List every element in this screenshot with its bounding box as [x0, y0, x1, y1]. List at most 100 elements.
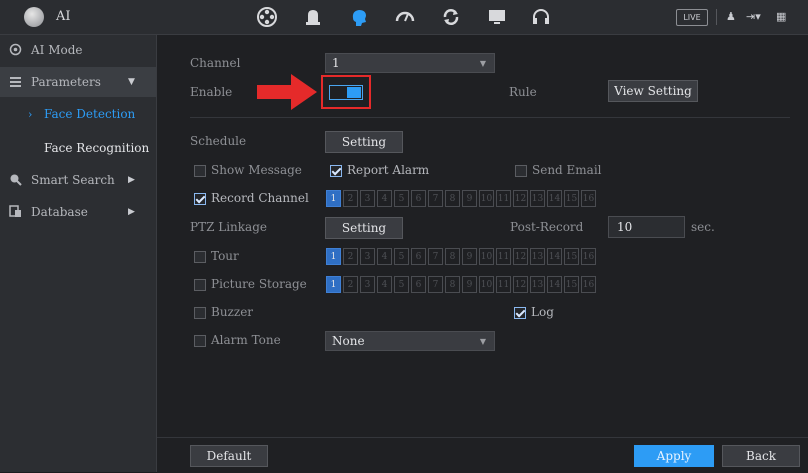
- alarm-tone-checkbox[interactable]: [194, 335, 206, 347]
- channel-box[interactable]: 6: [411, 276, 426, 293]
- channel-box[interactable]: 12: [513, 276, 528, 293]
- caret-down-icon: ▼: [128, 77, 135, 87]
- post-record-input[interactable]: 10: [608, 216, 685, 238]
- back-button[interactable]: Back: [722, 445, 800, 467]
- channel-box[interactable]: 5: [394, 248, 409, 265]
- channel-box[interactable]: 12: [513, 248, 528, 265]
- channel-box[interactable]: 16: [581, 276, 596, 293]
- schedule-setting-button[interactable]: Setting: [325, 131, 403, 153]
- channel-box[interactable]: 2: [343, 276, 358, 293]
- picture-storage-checkbox[interactable]: [194, 279, 206, 291]
- channel-box[interactable]: 14: [547, 276, 562, 293]
- channel-box[interactable]: 11: [496, 190, 511, 207]
- channel-box[interactable]: 11: [496, 276, 511, 293]
- channel-box[interactable]: 4: [377, 190, 392, 207]
- channel-box[interactable]: 5: [394, 190, 409, 207]
- enable-label: Enable: [190, 85, 233, 99]
- record-channel-label: Record Channel: [211, 191, 309, 205]
- sidebar-item-ai-mode[interactable]: AI Mode: [0, 35, 156, 65]
- channel-box[interactable]: 2: [343, 190, 358, 207]
- channel-box[interactable]: 8: [445, 276, 460, 293]
- channel-box[interactable]: 7: [428, 248, 443, 265]
- channel-box[interactable]: 15: [564, 276, 579, 293]
- sidebar-item-parameters[interactable]: Parameters ▼: [0, 67, 156, 97]
- enable-toggle[interactable]: [329, 85, 363, 100]
- ai-mode-icon: [9, 43, 22, 56]
- channel-box[interactable]: 16: [581, 190, 596, 207]
- channel-box[interactable]: 10: [479, 190, 494, 207]
- channel-box[interactable]: 10: [479, 248, 494, 265]
- sidebar-subitem-label: Face Recognition: [44, 141, 150, 155]
- channel-box[interactable]: 11: [496, 248, 511, 265]
- gauge-icon[interactable]: [394, 6, 416, 28]
- main-panel: Channel 1 ▼ Enable Rule View Setting Sch…: [157, 35, 808, 473]
- channel-box[interactable]: 3: [360, 190, 375, 207]
- channel-box[interactable]: 1: [326, 190, 341, 207]
- channel-box[interactable]: 8: [445, 190, 460, 207]
- tour-checkbox[interactable]: [194, 251, 206, 263]
- channel-box[interactable]: 9: [462, 248, 477, 265]
- view-setting-button[interactable]: View Setting: [608, 80, 698, 102]
- channel-box[interactable]: 1: [326, 276, 341, 293]
- record-channel-checkbox[interactable]: [194, 193, 206, 205]
- ai-brain-icon[interactable]: [348, 6, 370, 28]
- sidebar-item-smart-search[interactable]: Smart Search ▶: [0, 165, 156, 195]
- picture-storage-label: Picture Storage: [211, 277, 307, 291]
- channel-box[interactable]: 7: [428, 190, 443, 207]
- channel-box[interactable]: 10: [479, 276, 494, 293]
- enable-highlight-box: [321, 75, 371, 109]
- send-email-label: Send Email: [532, 163, 602, 177]
- channel-box[interactable]: 8: [445, 248, 460, 265]
- log-checkbox[interactable]: [514, 307, 526, 319]
- channel-box[interactable]: 13: [530, 276, 545, 293]
- logout-icon[interactable]: ⇥▾: [746, 10, 761, 23]
- channel-box[interactable]: 9: [462, 276, 477, 293]
- default-button[interactable]: Default: [190, 445, 268, 467]
- apply-button[interactable]: Apply: [634, 445, 714, 467]
- bottom-bar: Default Apply Back: [157, 437, 808, 473]
- channel-box[interactable]: 13: [530, 190, 545, 207]
- ptz-setting-button[interactable]: Setting: [325, 217, 403, 239]
- channel-box[interactable]: 4: [377, 248, 392, 265]
- app-title: AI: [56, 9, 71, 24]
- tour-channel-selector: 1 2 3 4 5 6 7 8 9 10 11 12 13 14 15 16: [326, 248, 596, 265]
- channel-box[interactable]: 14: [547, 248, 562, 265]
- headset-icon[interactable]: [530, 6, 552, 28]
- channel-box[interactable]: 3: [360, 248, 375, 265]
- channel-dropdown[interactable]: 1 ▼: [325, 53, 495, 73]
- channel-box[interactable]: 6: [411, 190, 426, 207]
- show-message-checkbox[interactable]: [194, 165, 206, 177]
- reel-icon[interactable]: [256, 6, 278, 28]
- refresh-icon[interactable]: [440, 6, 462, 28]
- channel-box[interactable]: 12: [513, 190, 528, 207]
- sidebar-subitem-face-detection[interactable]: › Face Detection: [0, 99, 156, 129]
- alarm-tone-dropdown[interactable]: None ▼: [325, 331, 495, 351]
- channel-box[interactable]: 7: [428, 276, 443, 293]
- channel-box[interactable]: 2: [343, 248, 358, 265]
- buzzer-label: Buzzer: [211, 305, 254, 319]
- channel-box[interactable]: 14: [547, 190, 562, 207]
- grid-icon[interactable]: ▦: [776, 10, 786, 23]
- channel-box[interactable]: 4: [377, 276, 392, 293]
- report-alarm-checkbox[interactable]: [330, 165, 342, 177]
- buzzer-checkbox[interactable]: [194, 307, 206, 319]
- channel-box[interactable]: 5: [394, 276, 409, 293]
- channel-box[interactable]: 6: [411, 248, 426, 265]
- send-email-checkbox[interactable]: [515, 165, 527, 177]
- channel-box[interactable]: 15: [564, 190, 579, 207]
- top-separator: [716, 9, 717, 25]
- sidebar-item-database[interactable]: Database ▶: [0, 197, 156, 227]
- ai-logo-icon: [24, 7, 44, 27]
- live-button[interactable]: LIVE: [676, 9, 708, 26]
- sidebar-subitem-face-recognition[interactable]: Face Recognition: [0, 133, 156, 163]
- channel-box[interactable]: 3: [360, 276, 375, 293]
- monitor-icon[interactable]: [486, 6, 508, 28]
- user-icon[interactable]: ♟: [726, 10, 736, 23]
- tour-label: Tour: [211, 249, 239, 263]
- channel-box[interactable]: 13: [530, 248, 545, 265]
- channel-box[interactable]: 9: [462, 190, 477, 207]
- channel-box[interactable]: 1: [326, 248, 341, 265]
- channel-box[interactable]: 15: [564, 248, 579, 265]
- bell-icon[interactable]: [302, 6, 324, 28]
- channel-box[interactable]: 16: [581, 248, 596, 265]
